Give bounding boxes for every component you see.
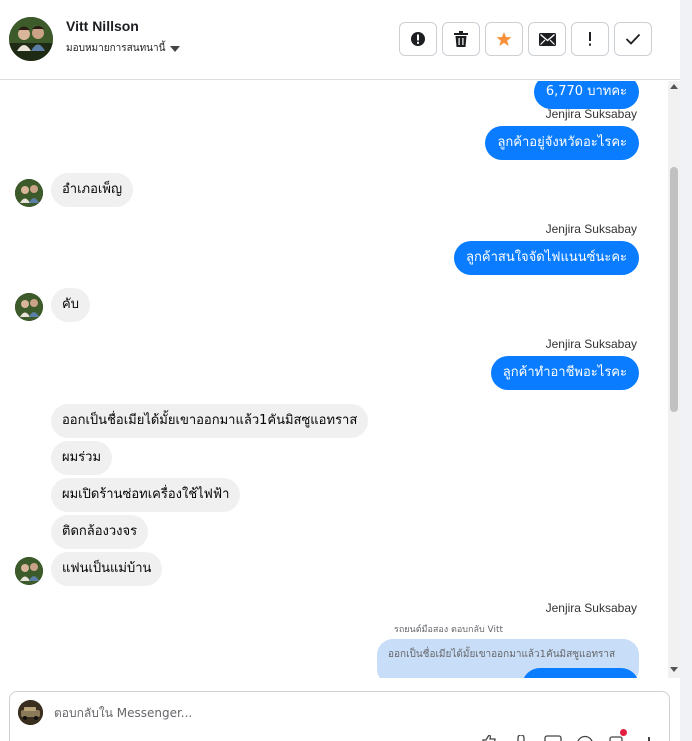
star-icon [496,32,512,46]
assign-label: มอบหมายการสนทนานี้ [66,43,166,54]
trash-icon [454,31,468,47]
incoming-message[interactable]: ผมร่วม [51,441,113,475]
page-avatar [18,700,43,725]
attach-button[interactable] [512,735,530,741]
follow-up-button[interactable] [571,22,609,56]
outgoing-message[interactable]: 6,770 บาทคะ [533,81,639,109]
contact-avatar-small [15,557,43,585]
contact-name[interactable]: Vitt Nillson [66,18,139,34]
outgoing-message[interactable]: ลูกค้าสนใจจัดไฟแนนซ์นะคะ [454,241,639,275]
assign-conversation-dropdown[interactable]: มอบหมายการสนทนานี้ [66,41,181,56]
saved-replies-button[interactable] [608,729,627,741]
thumbs-up-icon [482,735,496,741]
mark-unread-button[interactable] [528,22,566,56]
caret-down-icon [170,45,181,52]
right-edge-strip [680,0,692,741]
composer-tools [480,729,658,741]
sender-name: Jenjira Suksabay [545,107,637,121]
more-tools-button[interactable] [640,735,658,741]
incoming-message[interactable]: คับ [51,288,90,322]
incoming-message[interactable]: ติดกล้องวงจร [51,515,149,549]
contact-avatar[interactable] [9,17,53,61]
header-actions [399,22,652,56]
mark-done-button[interactable] [614,22,652,56]
scroll-down-arrow-icon[interactable] [670,667,678,672]
sender-name: Jenjira Suksabay [545,337,637,351]
envelope-icon [538,32,556,46]
reply-composer [9,691,670,741]
message-thread[interactable]: 6,770 บาทคะ Jenjira Suksabay ลูกค้าอยู่จ… [0,81,668,678]
outgoing-message[interactable] [522,668,639,678]
smiley-icon [577,735,593,741]
contact-avatar-small [15,179,43,207]
conversation-header: Vitt Nillson มอบหมายการสนทนานี้ [0,0,680,80]
delete-button[interactable] [442,22,480,56]
sender-name: Jenjira Suksabay [545,222,637,236]
incoming-message[interactable]: ออกเป็นชื่อเมียได้มั้ยเขาออกมาแล้ว1คันมิ… [51,404,369,438]
check-icon [625,33,641,45]
incoming-message[interactable]: แฟนเป็นแม่บ้าน [51,552,163,586]
exclamation-icon [589,32,591,46]
incoming-message[interactable]: อำเภอเพ็ญ [51,173,134,207]
gif-icon [544,735,562,741]
alert-circle-icon [411,32,425,46]
emoji-button[interactable] [576,735,594,741]
scroll-up-arrow-icon[interactable] [670,84,678,89]
reply-context-label: รถยนต์มือสอง ตอบกลับ Vitt [394,625,504,635]
like-button[interactable] [480,735,498,741]
contact-avatar-small [15,293,43,321]
notification-dot [620,729,627,736]
scrollbar-thumb[interactable] [670,167,678,412]
reply-input[interactable] [54,700,634,726]
paperclip-icon [517,735,525,741]
more-icon [648,737,650,741]
spam-alert-button[interactable] [399,22,437,56]
incoming-message[interactable]: ผมเปิดร้านซ่อทเครื่องใช้ไฟฟ้า [51,478,241,512]
sender-name: Jenjira Suksabay [545,601,637,615]
outgoing-message[interactable]: ลูกค้าอยู่จังหวัดอะไรคะ [485,126,639,160]
star-button[interactable] [485,22,523,56]
gif-button[interactable] [544,735,562,741]
outgoing-message[interactable]: ลูกค้าทำอาชีพอะไรคะ [490,356,639,390]
